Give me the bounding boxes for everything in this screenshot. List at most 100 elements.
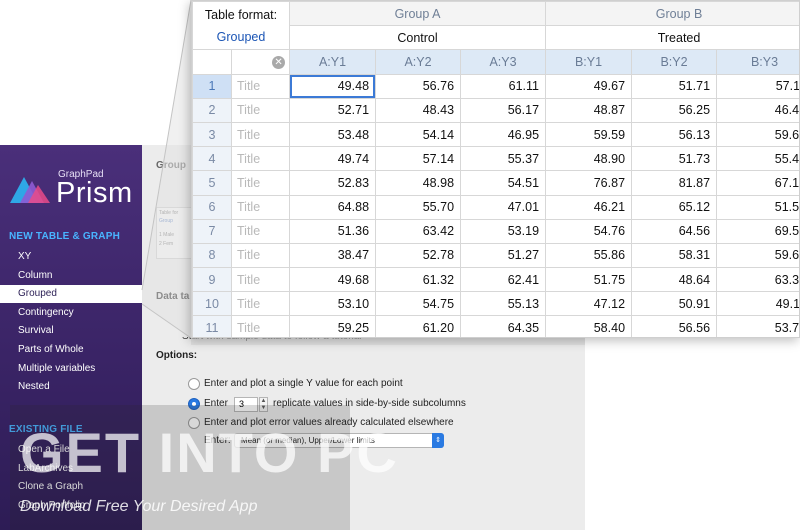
row-number[interactable]: 11 [192,315,232,337]
group-b-header[interactable]: Group B [545,1,799,27]
data-cell[interactable]: 57.14 [375,146,462,172]
data-cell[interactable]: 48.43 [375,97,462,123]
data-cell[interactable]: 61.11 [460,73,547,99]
data-cell[interactable]: 52.83 [289,170,377,196]
sidebar-item-survival[interactable]: Survival [0,322,142,340]
data-cell[interactable]: 49.68 [289,267,377,293]
group-a-title[interactable]: Control [289,25,547,51]
subcolumn-header[interactable]: A:Y2 [375,49,462,75]
data-cell[interactable]: 51.75 [545,267,633,293]
subcolumn-header[interactable]: A:Y3 [460,49,547,75]
data-cell[interactable]: 64.88 [289,194,377,220]
sidebar-item-column[interactable]: Column [0,267,142,285]
subcolumn-header[interactable]: B:Y1 [545,49,633,75]
data-cell[interactable]: 62.41 [460,267,547,293]
data-cell[interactable]: 48.98 [375,170,462,196]
data-cell[interactable]: 48.64 [631,267,718,293]
sidebar-item-grouped[interactable]: Grouped [0,285,142,304]
data-cell[interactable]: 56.13 [631,121,718,148]
row-number[interactable]: 2 [192,97,232,123]
data-cell[interactable]: 51.36 [289,218,377,244]
data-cell[interactable]: 51.73 [631,146,718,172]
subcolumn-header[interactable]: B:Y2 [631,49,718,75]
data-cell[interactable]: 59.25 [289,315,377,337]
data-cell[interactable]: 49.67 [545,73,633,99]
group-a-header[interactable]: Group A [289,1,547,27]
data-cell[interactable]: 61.32 [375,267,462,293]
data-cell[interactable]: 55.70 [375,194,462,220]
row-title-cell[interactable]: Title [230,218,291,244]
data-cell[interactable]: 51.71 [631,73,718,99]
data-cell[interactable]: 50.91 [631,291,718,317]
data-cell[interactable]: 54.75 [375,291,462,317]
data-cell[interactable]: 38.47 [289,242,377,269]
data-cell[interactable]: 46.40 [716,97,799,123]
data-cell[interactable]: 55.13 [460,291,547,317]
data-cell[interactable]: 49.74 [289,146,377,172]
group-b-title[interactable]: Treated [545,25,799,51]
row-number[interactable]: 4 [192,146,232,172]
row-number[interactable]: 7 [192,218,232,244]
data-cell[interactable]: 49.11 [716,291,799,317]
close-icon[interactable]: ✕ [272,56,286,70]
row-title-cell[interactable]: Title [230,170,291,196]
data-cell[interactable]: 61.20 [375,315,462,337]
data-cell[interactable]: 59.66 [716,121,799,148]
data-cell[interactable]: 65.12 [631,194,718,220]
data-cell[interactable]: 69.54 [716,218,799,244]
data-cell[interactable]: 47.12 [545,291,633,317]
data-cell[interactable]: 53.19 [460,218,547,244]
data-cell[interactable]: 63.42 [375,218,462,244]
data-cell[interactable]: 51.27 [460,242,547,269]
row-title-cell[interactable]: Title [230,194,291,220]
row-title-cell[interactable]: Title [230,97,291,123]
row-title-cell[interactable]: Title [230,146,291,172]
data-cell[interactable]: 59.59 [545,121,633,148]
row-title-cell[interactable]: Title [230,267,291,293]
row-title-cell[interactable]: Title [230,291,291,317]
data-cell[interactable]: 48.90 [545,146,633,172]
data-cell[interactable]: 53.48 [289,121,377,148]
data-cell[interactable]: 52.78 [375,242,462,269]
data-cell[interactable]: 56.17 [460,97,547,123]
row-number[interactable]: 8 [192,242,232,269]
sidebar-item-xy[interactable]: XY [0,248,142,266]
data-cell[interactable]: 56.76 [375,73,462,99]
row-number[interactable]: 5 [192,170,232,196]
data-cell[interactable]: 64.35 [460,315,547,337]
subcolumn-header[interactable]: A:Y1 [289,49,377,75]
data-cell[interactable]: 55.37 [460,146,547,172]
row-title-cell[interactable]: Title [230,73,291,99]
data-cell[interactable]: 53.10 [289,291,377,317]
radio-single-y[interactable] [188,378,200,390]
data-cell[interactable]: 49.48 [289,73,377,99]
sidebar-item-multiple-variables[interactable]: Multiple variables [0,360,142,378]
row-title-cell[interactable]: Title [230,315,291,337]
row-number[interactable]: 10 [192,291,232,317]
row-number[interactable]: 3 [192,121,232,148]
data-cell[interactable]: 59.66 [716,242,799,269]
sidebar-item-nested[interactable]: Nested [0,378,142,396]
data-cell[interactable]: 56.25 [631,97,718,123]
data-cell[interactable]: 57.11 [716,73,799,99]
data-cell[interactable]: 76.87 [545,170,633,196]
sidebar-item-parts-of-whole[interactable]: Parts of Whole [0,341,142,359]
data-cell[interactable]: 54.76 [545,218,633,244]
data-cell[interactable]: 58.40 [545,315,633,337]
data-cell[interactable]: 54.14 [375,121,462,148]
subcolumn-header[interactable]: B:Y3 [716,49,799,75]
data-cell[interactable]: 48.87 [545,97,633,123]
row-title-cell[interactable]: Title [230,121,291,148]
row-number[interactable]: 9 [192,267,232,293]
row-title-cell[interactable]: Title [230,242,291,269]
data-cell[interactable]: 54.51 [460,170,547,196]
data-cell[interactable]: 53.76 [716,315,799,337]
data-cell[interactable]: 51.51 [716,194,799,220]
sidebar-item-contingency[interactable]: Contingency [0,304,142,322]
data-cell[interactable]: 55.86 [545,242,633,269]
data-cell[interactable]: 64.56 [631,218,718,244]
data-cell[interactable]: 46.95 [460,121,547,148]
row-number[interactable]: 6 [192,194,232,220]
data-cell[interactable]: 47.01 [460,194,547,220]
data-cell[interactable]: 67.12 [716,170,799,196]
